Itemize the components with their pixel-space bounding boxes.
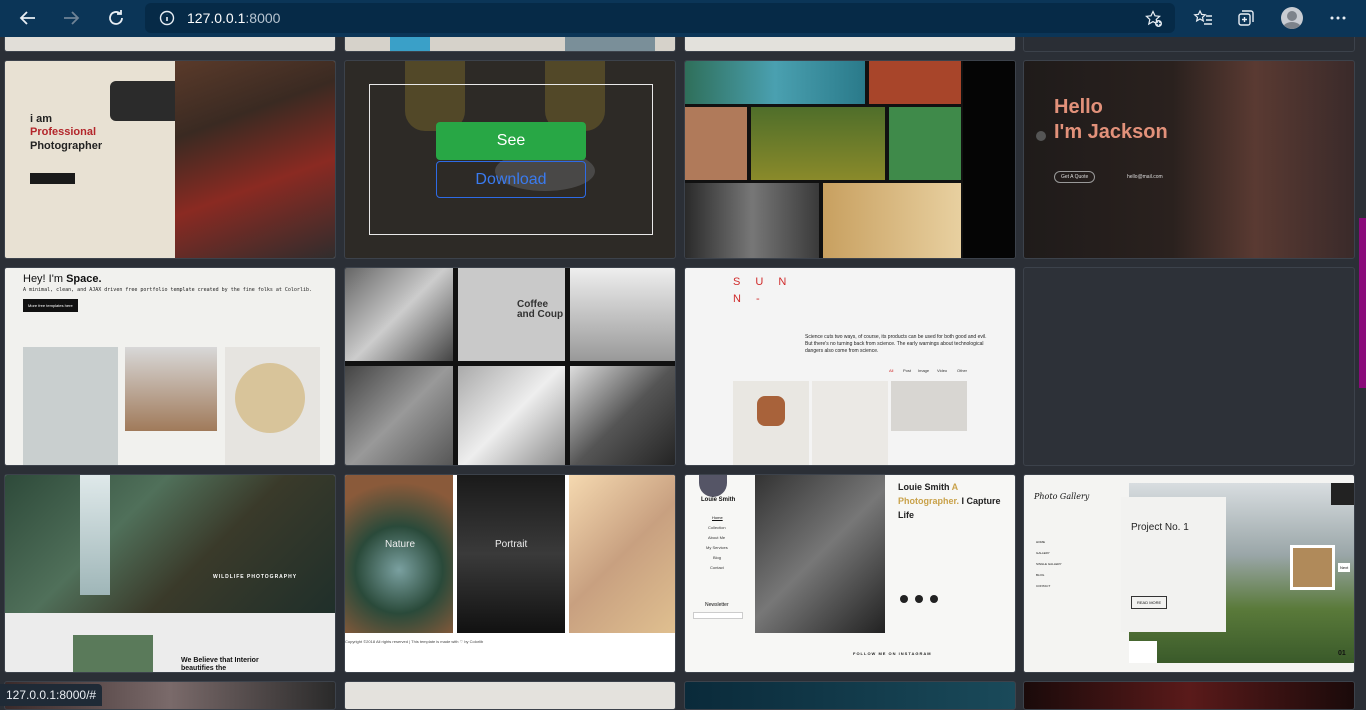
template-card-blank[interactable]	[1023, 267, 1355, 466]
sun-filter: Image	[918, 368, 930, 373]
louie-menu-item: Home	[712, 515, 723, 520]
template-card-photographer[interactable]: i am Professional Photographer	[4, 60, 336, 259]
louie-menu-item: About Me	[708, 535, 726, 540]
hover-overlay: See Download	[369, 84, 653, 235]
template-card[interactable]	[4, 37, 336, 52]
louie-newsletter: Newsletter	[705, 602, 729, 608]
louie-menu-item: My Services	[706, 545, 728, 550]
gallery-menu-item: BLOG	[1036, 573, 1045, 577]
download-button[interactable]: Download	[436, 161, 586, 198]
louie-menu-item: Collection	[708, 525, 726, 530]
url-text: 127.0.0.1:8000	[187, 10, 281, 26]
browser-toolbar: 127.0.0.1:8000	[0, 0, 1366, 37]
template-card-gallery[interactable]: Photo Gallery HOME GALLERY SINGLE GALLER…	[1023, 474, 1355, 673]
gallery-project-title: Project No. 1	[1131, 522, 1189, 533]
template-card-wildlife[interactable]: WILDLIFE PHOTOGRAPHY We Believe that Int…	[4, 474, 336, 673]
template-card-jackson[interactable]: Hello I'm Jackson Get A Quote hello@mail…	[1023, 60, 1355, 259]
sun-filter: Video	[937, 368, 948, 373]
louie-instagram: FOLLOW ME ON INSTAGRAM	[853, 651, 932, 656]
portrait-label: Portrait	[495, 539, 528, 550]
gallery-counter: 01	[1338, 650, 1346, 657]
louie-logo: Louie Smith	[701, 497, 736, 503]
template-card-sun[interactable]: S U N N - Science cuts two ways, of cour…	[684, 267, 1016, 466]
hero-line: Professional	[30, 126, 97, 138]
louie-hero: Louie Smith A Photographer. I Capture Li…	[898, 482, 1001, 520]
back-icon[interactable]	[14, 4, 42, 32]
template-card-hovered[interactable]: See Download	[344, 60, 676, 259]
hero-button	[30, 173, 75, 184]
template-card[interactable]	[684, 681, 1016, 710]
template-card-bw-grid[interactable]: Coffee and Coup	[344, 267, 676, 466]
hero-email: hello@mail.com	[1127, 174, 1163, 180]
more-menu-icon[interactable]	[1324, 4, 1352, 32]
quote-button: Get A Quote	[1054, 171, 1096, 183]
template-card[interactable]	[1023, 681, 1355, 710]
nature-label: Nature	[385, 539, 416, 550]
gallery-menu-item: HOME	[1036, 540, 1045, 544]
louie-menu-item: Contact	[710, 565, 724, 570]
gallery-menu-item: SINGLE GALLERY	[1036, 562, 1062, 566]
louie-menu-item: Blog	[713, 555, 722, 560]
read-more-button: READ MORE	[1131, 596, 1168, 609]
wildlife-title: WILDLIFE PHOTOGRAPHY	[213, 574, 298, 580]
sun-logo: S U N	[733, 276, 793, 288]
sun-filter: All	[889, 368, 894, 373]
space-button: More free templates here	[23, 299, 78, 312]
gallery-menu-item: CONTACT	[1036, 584, 1051, 588]
forward-icon[interactable]	[57, 4, 85, 32]
template-card[interactable]	[1023, 37, 1355, 52]
address-bar[interactable]: 127.0.0.1:8000	[145, 3, 1175, 33]
hero-name: I'm Jackson	[1054, 121, 1168, 143]
space-title: Hey! I'm Space.	[23, 273, 102, 285]
template-gallery: i am Professional Photographer See Downl…	[0, 37, 1366, 710]
gallery-menu-item: GALLERY	[1036, 551, 1050, 555]
favorites-icon[interactable]	[1189, 4, 1217, 32]
gallery-next: Next	[1338, 563, 1351, 572]
profile-avatar-icon[interactable]	[1281, 7, 1303, 29]
hero-greeting: Hello	[1054, 96, 1103, 118]
sun-logo: N -	[733, 293, 766, 305]
sun-filter: Post	[903, 368, 912, 373]
see-button[interactable]: See	[436, 122, 586, 160]
collections-icon[interactable]	[1232, 4, 1260, 32]
nature-footer: Copyright ©2018 All rights reserved | Th…	[345, 639, 484, 644]
template-card[interactable]	[344, 37, 676, 52]
hero-line: i am	[30, 113, 53, 125]
slider-prev-icon	[1036, 131, 1046, 141]
template-card-louie[interactable]: Louie Smith Home Collection About Me My …	[684, 474, 1016, 673]
coffee-sign: Coffee and Coup	[517, 299, 564, 320]
template-card-nature[interactable]: Nature Portrait Copyright ©2018 All righ…	[344, 474, 676, 673]
scrollbar-accent[interactable]	[1359, 218, 1366, 388]
sun-filter: Other	[957, 368, 968, 373]
photographer-image	[175, 61, 335, 258]
info-icon[interactable]	[159, 10, 175, 31]
sun-paragraph: Science cuts two ways, of course, its pr…	[805, 334, 987, 354]
space-tagline: A minimal, clean, and AJAX driven free p…	[23, 287, 312, 293]
refresh-icon[interactable]	[102, 4, 130, 32]
add-favorite-icon[interactable]	[1145, 10, 1163, 33]
gallery-logo: Photo Gallery	[1034, 492, 1090, 501]
template-card-collage[interactable]	[684, 60, 1016, 259]
wildlife-heading: We Believe that Interior beautifies the	[181, 657, 259, 672]
template-card[interactable]	[684, 37, 1016, 52]
template-card[interactable]	[344, 681, 676, 710]
link-status-tooltip: 127.0.0.1:8000/#	[0, 684, 103, 706]
hero-line: Photographer	[30, 140, 103, 152]
template-card-space[interactable]: Hey! I'm Space. A minimal, clean, and AJ…	[4, 267, 336, 466]
